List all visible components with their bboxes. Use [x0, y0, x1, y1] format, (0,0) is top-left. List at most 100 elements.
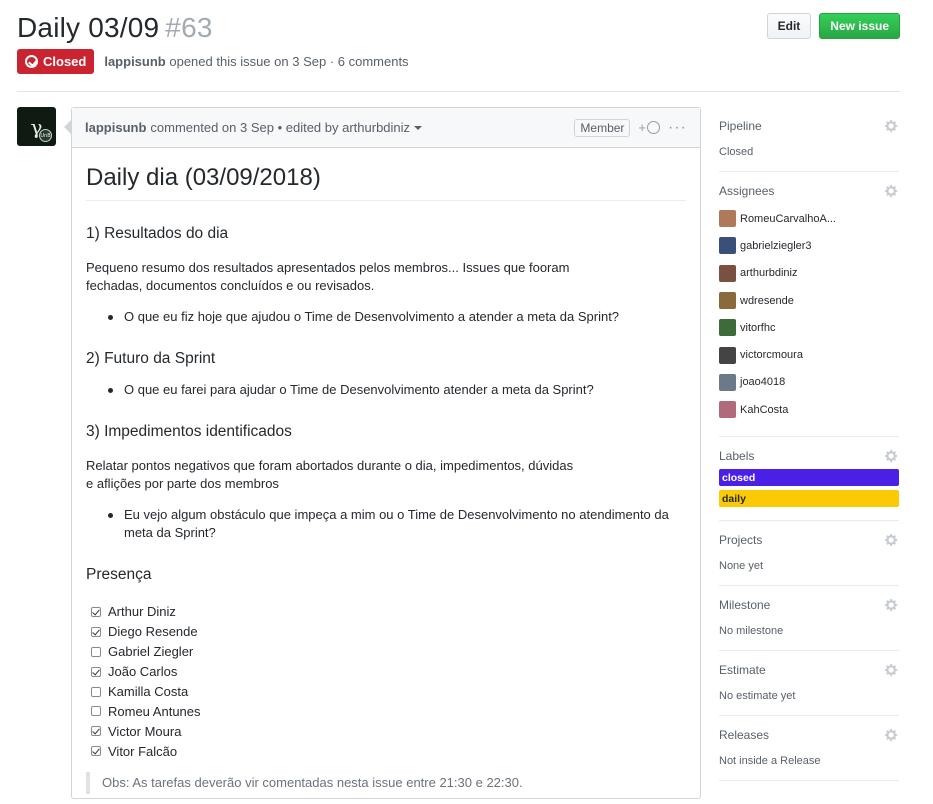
presence-checkbox[interactable] — [91, 746, 101, 757]
milestone-section: Milestone No milestone — [719, 586, 899, 652]
assignee-list: RomeuCarvalhoA... gabrielziegler3 arthurbd… — [719, 205, 899, 423]
edit-button[interactable]: Edit — [766, 13, 812, 39]
presence-item: Vitor Falcão — [91, 741, 686, 761]
presence-checkbox[interactable] — [91, 666, 101, 677]
assignee-name: arthurbdiniz — [740, 267, 798, 280]
presence-item: Victor Moura — [91, 721, 686, 741]
assignee-name: vitorfhc — [740, 321, 776, 334]
issue-meta: Closed lappisunb opened this issue on 3 … — [17, 49, 409, 74]
presence-checkbox[interactable] — [91, 646, 101, 657]
avatar-badge: UnB — [39, 129, 52, 142]
presence-item: Arthur Diniz — [91, 602, 686, 622]
issue-title: Daily 03/09 #63 — [17, 12, 213, 44]
label-closed[interactable]: closed — [719, 469, 899, 487]
labels-section: Labels closed daily — [719, 437, 899, 522]
presence-name: João Carlos — [108, 664, 178, 680]
comment-body: Daily dia (03/09/2018) 1) Resultados do … — [72, 164, 700, 795]
smiley-icon — [647, 121, 661, 134]
estimate-section: Estimate No estimate yet — [719, 651, 899, 717]
comment-author-link[interactable]: lappisunb — [85, 120, 146, 135]
milestone-value: No milestone — [719, 625, 784, 638]
presence-name: Vitor Falcão — [108, 743, 178, 759]
closed-issue-icon — [25, 55, 38, 68]
comment-header: lappisunb commented on 3 Sep • edited by… — [72, 108, 700, 148]
assignee-name: joao4018 — [740, 376, 786, 389]
status-badge-label: Closed — [43, 54, 87, 69]
assignee-item[interactable]: arthurbdiniz — [719, 260, 899, 287]
pipeline-section: Pipeline Closed — [719, 107, 899, 172]
presence-name: Arthur Diniz — [108, 604, 176, 620]
avatar — [719, 373, 736, 391]
list-item: Eu vejo algum obstáculo que impeça a mim… — [108, 506, 686, 542]
label-list: closed daily — [719, 469, 899, 508]
issue-sidebar: Pipeline Closed Assignees RomeuCarvalhoA… — [719, 107, 899, 782]
presence-checkbox[interactable] — [91, 626, 101, 637]
avatar — [719, 401, 736, 419]
avatar — [719, 346, 736, 364]
presence-name: Victor Moura — [108, 723, 182, 739]
assignees-section: Assignees RomeuCarvalhoA... gabrielziegle… — [719, 172, 899, 438]
gear-icon[interactable] — [885, 663, 899, 677]
presence-item: Gabriel Ziegler — [91, 642, 686, 662]
avatar — [719, 264, 736, 282]
presence-checkbox[interactable] — [91, 606, 101, 617]
gear-icon[interactable] — [885, 533, 899, 547]
presence-name: Romeu Antunes — [108, 703, 201, 719]
gear-icon[interactable] — [885, 119, 899, 133]
section-heading: 1) Resultados do dia — [86, 225, 229, 242]
list-item: O que eu farei para ajudar o Time de Des… — [108, 381, 686, 399]
releases-section: Releases Not inside a Release — [719, 716, 899, 782]
issue-number: #63 — [165, 12, 213, 43]
more-options-icon[interactable]: ··· — [668, 119, 687, 137]
assignee-item[interactable]: RomeuCarvalhoA... — [719, 205, 899, 232]
gear-icon[interactable] — [885, 728, 899, 742]
section-heading: 2) Futuro da Sprint — [86, 350, 216, 367]
comment-heading: Daily dia (03/09/2018) — [86, 164, 686, 201]
assignee-item[interactable]: joao4018 — [719, 369, 899, 396]
projects-section: Projects None yet — [719, 521, 899, 587]
section-paragraph: Relatar pontos negativos que foram abort… — [86, 458, 574, 491]
status-badge: Closed — [17, 49, 95, 74]
assignee-name: gabrielziegler3 — [740, 239, 812, 252]
avatar — [719, 210, 736, 228]
comment-author-avatar[interactable]: γ UnB — [17, 107, 56, 146]
assignee-item[interactable]: gabrielziegler3 — [719, 232, 899, 259]
gear-icon[interactable] — [885, 598, 899, 612]
new-issue-button[interactable]: New issue — [819, 13, 900, 39]
assignee-item[interactable]: wdresende — [719, 287, 899, 314]
presence-name: Diego Resende — [108, 624, 198, 640]
issue-comment: lappisunb commented on 3 Sep • edited by… — [64, 107, 701, 799]
assignee-name: wdresende — [740, 294, 794, 307]
projects-label: Projects — [719, 533, 763, 548]
presence-name: Gabriel Ziegler — [108, 644, 194, 660]
assignee-item[interactable]: KahCosta — [719, 396, 899, 423]
assignee-name: victorcmoura — [740, 349, 803, 362]
presence-item: Romeu Antunes — [91, 701, 686, 721]
avatar — [719, 292, 736, 310]
gear-icon[interactable] — [885, 184, 899, 198]
comment-meta: commented on 3 Sep • edited by arthurbdi… — [150, 120, 411, 135]
gear-icon[interactable] — [885, 449, 899, 463]
section-heading: 3) Impedimentos identificados — [86, 423, 292, 440]
presence-checkbox[interactable] — [91, 706, 101, 717]
issue-opened-text: opened this issue on 3 Sep · 6 comments — [169, 54, 409, 69]
pipeline-value: Closed — [719, 146, 754, 158]
label-daily[interactable]: daily — [719, 490, 899, 508]
presence-item: Diego Resende — [91, 622, 686, 642]
edit-history-dropdown-icon[interactable] — [414, 125, 423, 130]
presence-checklist: Arthur Diniz Diego Resende Gabriel Ziegler… — [86, 602, 686, 761]
issue-author-link[interactable]: lappisunb — [104, 54, 165, 69]
assignee-name: KahCosta — [740, 403, 789, 416]
assignee-name: RomeuCarvalhoA... — [740, 212, 836, 225]
presence-checkbox[interactable] — [91, 726, 101, 737]
milestone-label: Milestone — [719, 598, 771, 613]
presence-name: Kamilla Costa — [108, 684, 189, 699]
add-reaction-button[interactable]: + — [638, 120, 661, 135]
assignees-label: Assignees — [719, 184, 775, 198]
estimate-label: Estimate — [719, 663, 766, 678]
note-quote: Obs: As tarefas deverão vir comentadas n… — [86, 772, 686, 795]
assignee-item[interactable]: vitorfhc — [719, 314, 899, 341]
presence-checkbox[interactable] — [91, 686, 101, 697]
assignee-item[interactable]: victorcmoura — [719, 341, 899, 368]
labels-label: Labels — [719, 449, 755, 464]
